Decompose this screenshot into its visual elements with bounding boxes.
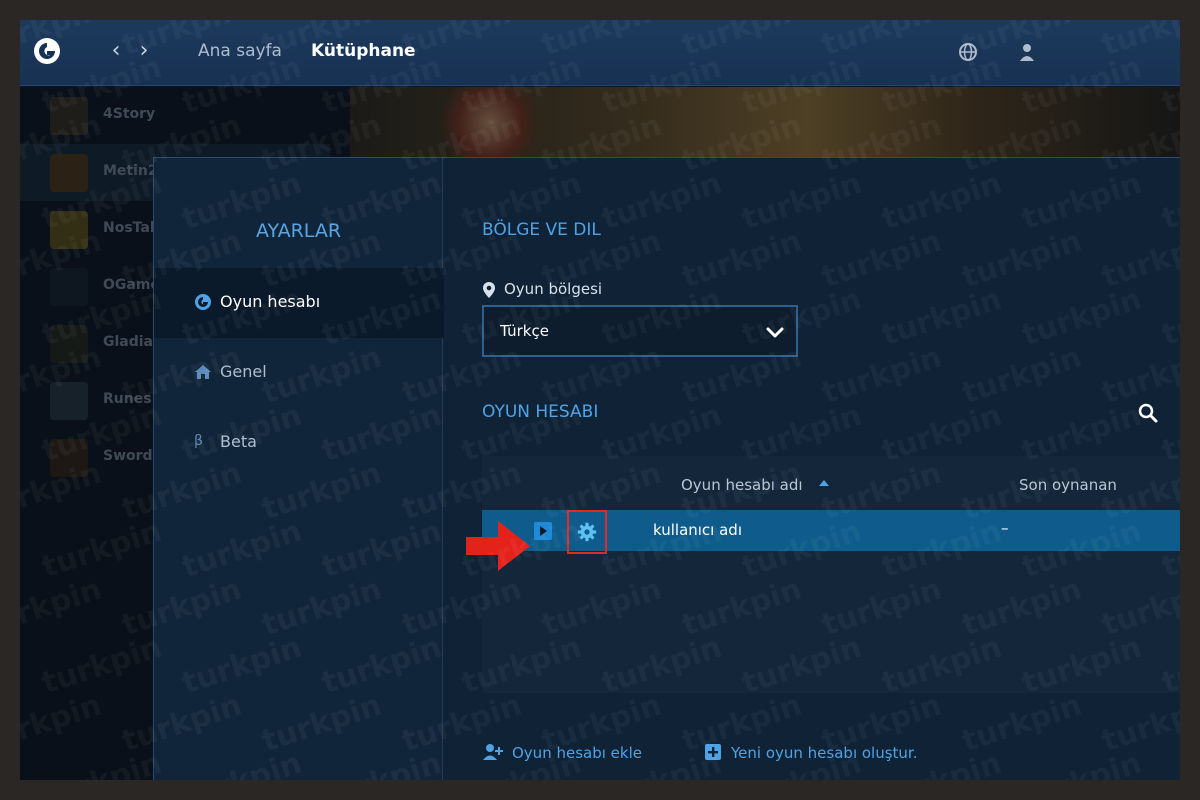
location-pin-icon — [483, 282, 495, 298]
game-name: Metin2 — [103, 163, 158, 179]
user-icon[interactable] — [1016, 41, 1038, 63]
plus-square-icon[interactable] — [704, 743, 722, 761]
nav-home-link[interactable]: Ana sayfa — [198, 41, 282, 61]
sidebar-item-beta[interactable]: β Beta — [154, 408, 444, 478]
sidebar-item-label: Genel — [220, 362, 267, 381]
chevron-down-icon — [766, 327, 784, 338]
add-account-link[interactable]: Oyun hesabı ekle — [512, 744, 642, 762]
game-thumbnail — [50, 211, 88, 249]
beta-icon: β — [194, 433, 203, 449]
play-icon[interactable] — [534, 522, 552, 540]
game-name: 4Story — [103, 106, 156, 122]
game-name: OGame — [103, 277, 160, 293]
sidebar-item-label: Oyun hesabı — [220, 292, 321, 311]
account-table: Oyun hesabı adı Son oynanan kullanıcı ad… — [482, 456, 1180, 693]
region-label: Oyun bölgesi — [504, 280, 603, 298]
sort-ascending-icon[interactable] — [819, 479, 829, 487]
settings-dialog: AYARLAR Oyun hesabı Genel β Beta BÖLGE V… — [153, 157, 1180, 780]
gameforge-icon — [195, 294, 211, 310]
forward-button[interactable]: › — [134, 38, 154, 64]
home-icon — [195, 365, 211, 379]
account-section-title: OYUN HESABI — [482, 402, 599, 422]
account-settings-button[interactable] — [567, 510, 607, 554]
gameforge-logo[interactable] — [32, 36, 62, 66]
column-header-account-name[interactable]: Oyun hesabı adı — [681, 476, 803, 494]
app-window: ‹ › Ana sayfa Kütüphane 4Story Metin2 No… — [20, 20, 1180, 780]
game-thumbnail — [50, 325, 88, 363]
sidebar-item-general[interactable]: Genel — [154, 338, 444, 408]
sidebar-item-game-account[interactable]: Oyun hesabı — [154, 268, 444, 338]
table-row[interactable]: kullanıcı adı – — [482, 510, 1180, 554]
last-played-cell: – — [1001, 519, 1009, 537]
game-thumbnail — [50, 97, 88, 135]
nav-library-link[interactable]: Kütüphane — [311, 41, 416, 61]
column-header-last-played[interactable]: Son oynanan — [1019, 476, 1117, 494]
add-user-icon[interactable] — [482, 743, 504, 761]
top-bar: ‹ › Ana sayfa Kütüphane — [20, 20, 1180, 86]
game-thumbnail — [50, 439, 88, 477]
game-thumbnail — [50, 268, 88, 306]
back-button[interactable]: ‹ — [106, 38, 126, 64]
library-item[interactable]: 4Story — [20, 87, 330, 144]
game-thumbnail — [50, 154, 88, 192]
settings-title: AYARLAR — [255, 220, 342, 242]
globe-icon[interactable] — [957, 41, 979, 63]
sidebar-item-label: Beta — [220, 432, 257, 451]
game-name: Runes — [103, 391, 152, 407]
settings-content: BÖLGE VE DIL Oyun bölgesi Türkçe OYUN HE… — [444, 158, 1180, 780]
settings-sidebar: AYARLAR Oyun hesabı Genel β Beta — [154, 158, 444, 780]
region-select[interactable]: Türkçe — [482, 305, 798, 357]
region-section-title: BÖLGE VE DIL — [482, 220, 601, 240]
gear-icon — [577, 522, 597, 542]
account-name-cell: kullanıcı adı — [653, 521, 742, 539]
region-selected-value: Türkçe — [500, 322, 549, 340]
create-account-link[interactable]: Yeni oyun hesabı oluştur. — [731, 744, 918, 762]
game-thumbnail — [50, 382, 88, 420]
search-icon[interactable] — [1137, 402, 1159, 424]
